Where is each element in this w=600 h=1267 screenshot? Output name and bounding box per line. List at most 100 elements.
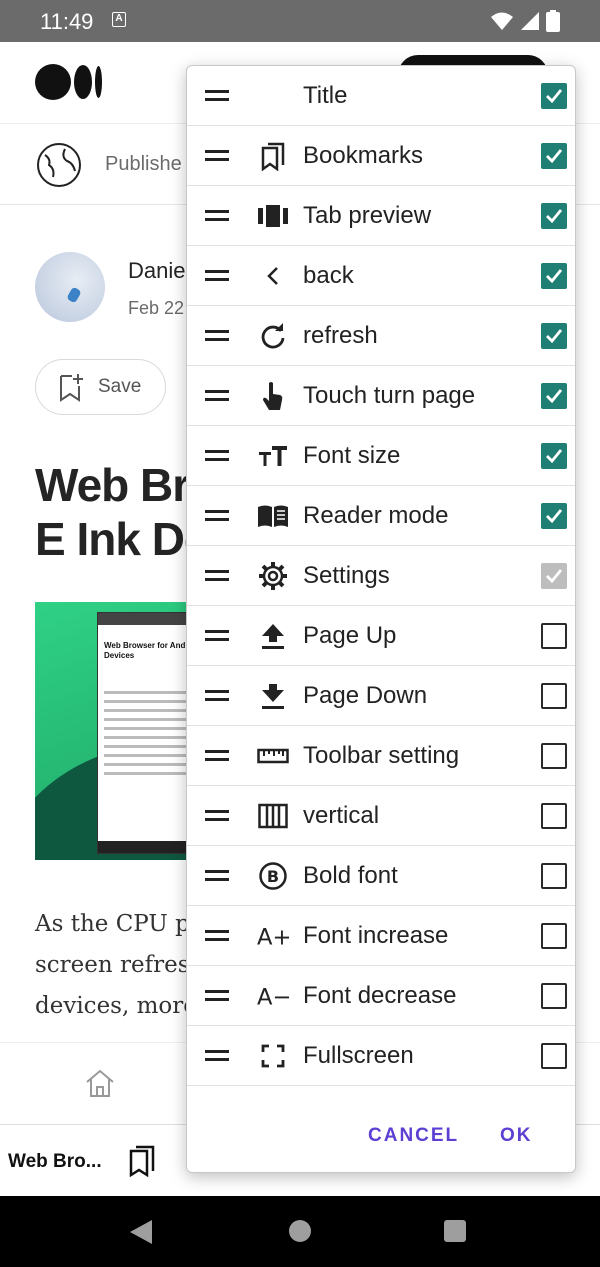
drag-handle-icon[interactable]: [205, 150, 229, 166]
bookmarks-icon[interactable]: [128, 1145, 156, 1177]
toolbar-item-checkbox[interactable]: [541, 863, 567, 889]
settings-icon: [257, 561, 289, 591]
toolbar-item-row[interactable]: back: [187, 246, 575, 306]
toolbar-item-checkbox[interactable]: [541, 1043, 567, 1069]
wifi-icon: [491, 12, 513, 30]
toolbar-item-checkbox[interactable]: [541, 923, 567, 949]
toolbar-item-checkbox[interactable]: [541, 743, 567, 769]
toolbar-item-row[interactable]: Font size: [187, 426, 575, 486]
toolbar-item-checkbox[interactable]: [541, 383, 567, 409]
author-avatar-wrap[interactable]: [35, 252, 105, 322]
drag-handle-icon[interactable]: [205, 330, 229, 346]
toolbar-item-checkbox[interactable]: [541, 983, 567, 1009]
toolbar-item-label: Font decrease: [303, 982, 457, 1009]
drag-handle-icon[interactable]: [205, 810, 229, 826]
headline-line-1: Web Br: [35, 459, 190, 511]
drag-handle-icon[interactable]: [205, 210, 229, 226]
toolbar-item-checkbox[interactable]: [541, 803, 567, 829]
cancel-button[interactable]: CANCEL: [368, 1125, 459, 1147]
toolbar-item-label: Settings: [303, 562, 390, 589]
toolbar-item-label: Reader mode: [303, 502, 449, 529]
avatar[interactable]: [35, 252, 105, 322]
medium-logo-icon[interactable]: [35, 64, 102, 100]
drag-handle-icon[interactable]: [205, 510, 229, 526]
author-name[interactable]: Danie: [128, 258, 185, 284]
tab-preview-icon: [257, 201, 289, 231]
toolbar-item-checkbox[interactable]: [541, 443, 567, 469]
home-icon[interactable]: [84, 1067, 116, 1099]
page-down-icon: [257, 681, 289, 711]
hero-image: Web Browser for And E-Ink Devices: [35, 602, 195, 860]
nav-home-icon[interactable]: [289, 1220, 311, 1242]
android-nav-bar: [0, 1196, 600, 1267]
toolbar-item-checkbox[interactable]: [541, 323, 567, 349]
drag-handle-icon[interactable]: [205, 690, 229, 706]
ruler-icon: [257, 741, 289, 771]
vertical-icon: [257, 801, 289, 831]
toolbar-item-checkbox[interactable]: [541, 503, 567, 529]
bookmarks-icon: [257, 141, 289, 171]
toolbar-item-checkbox[interactable]: [541, 143, 567, 169]
toolbar-item-row[interactable]: Page Down: [187, 666, 575, 726]
toolbar-item-row[interactable]: Fullscreen: [187, 1026, 575, 1086]
toolbar-item-row[interactable]: A− Font decrease: [187, 966, 575, 1026]
drag-handle-icon[interactable]: [205, 450, 229, 466]
toolbar-item-row[interactable]: Reader mode: [187, 486, 575, 546]
drag-handle-icon[interactable]: [205, 870, 229, 886]
save-button[interactable]: Save: [35, 359, 166, 415]
drag-handle-icon[interactable]: [205, 390, 229, 406]
toolbar-item-row[interactable]: Touch turn page: [187, 366, 575, 426]
toolbar-item-row[interactable]: B Bold font: [187, 846, 575, 906]
toolbar-item-label: back: [303, 262, 354, 289]
svg-text:B: B: [267, 867, 279, 886]
status-time: 11:49: [40, 9, 94, 34]
toolbar-item-row[interactable]: Tab preview: [187, 186, 575, 246]
toolbar-item-checkbox[interactable]: [541, 563, 567, 589]
toolbar-item-checkbox[interactable]: [541, 203, 567, 229]
published-text: Publishe: [105, 153, 182, 175]
drag-handle-icon[interactable]: [205, 90, 229, 106]
toolbar-item-label: Title: [303, 82, 348, 109]
toolbar-item-row[interactable]: Page Up: [187, 606, 575, 666]
page-up-icon: [257, 621, 289, 651]
toolbar-item-checkbox[interactable]: [541, 83, 567, 109]
toolbar-item-label: Page Up: [303, 622, 397, 649]
nav-back-icon[interactable]: [130, 1220, 152, 1244]
toolbar-item-checkbox[interactable]: [541, 683, 567, 709]
toolbar-item-row[interactable]: A+ Font increase: [187, 906, 575, 966]
toolbar-item-label: Bookmarks: [303, 142, 424, 169]
author-date: Feb 22: [128, 298, 185, 318]
tab-title[interactable]: Web Bro...: [8, 1151, 102, 1173]
toolbar-item-row[interactable]: Bookmarks: [187, 126, 575, 186]
toolbar-item-checkbox[interactable]: [541, 623, 567, 649]
toolbar-item-label: Touch turn page: [303, 382, 476, 409]
toolbar-item-row[interactable]: Title: [187, 66, 575, 126]
toolbar-item-row[interactable]: Settings: [187, 546, 575, 606]
headline-line-2: E Ink De: [35, 513, 210, 565]
font-increase-icon: A+: [257, 921, 289, 951]
nav-recents-icon[interactable]: [444, 1220, 466, 1242]
toolbar-item-row[interactable]: Toolbar setting: [187, 726, 575, 786]
hero-title: Web Browser for And E-Ink Devices: [104, 641, 195, 660]
toolbar-item-row[interactable]: vertical: [187, 786, 575, 846]
drag-handle-icon[interactable]: [205, 630, 229, 646]
drag-handle-icon[interactable]: [205, 1050, 229, 1066]
system-icons: [490, 10, 560, 32]
drag-handle-icon[interactable]: [205, 930, 229, 946]
toolbar-item-checkbox[interactable]: [541, 263, 567, 289]
ok-button[interactable]: OK: [500, 1125, 533, 1147]
toolbar-item-row[interactable]: refresh: [187, 306, 575, 366]
drag-handle-icon[interactable]: [205, 750, 229, 766]
toolbar-setting-dialog: Title Bookmarks Tab preview back refresh Touc…: [186, 65, 576, 1173]
toolbar-item-label: Tab preview: [303, 202, 432, 229]
battery-icon: [546, 10, 560, 32]
toolbar-item-label: refresh: [303, 322, 378, 349]
globe-icon: [37, 143, 81, 187]
bold-font-icon: B: [257, 861, 289, 891]
toolbar-item-label: Font increase: [303, 922, 449, 949]
font-decrease-icon: A−: [257, 981, 289, 1011]
drag-handle-icon[interactable]: [205, 990, 229, 1006]
svg-text:A+: A+: [257, 924, 289, 949]
drag-handle-icon[interactable]: [205, 570, 229, 586]
drag-handle-icon[interactable]: [205, 270, 229, 286]
